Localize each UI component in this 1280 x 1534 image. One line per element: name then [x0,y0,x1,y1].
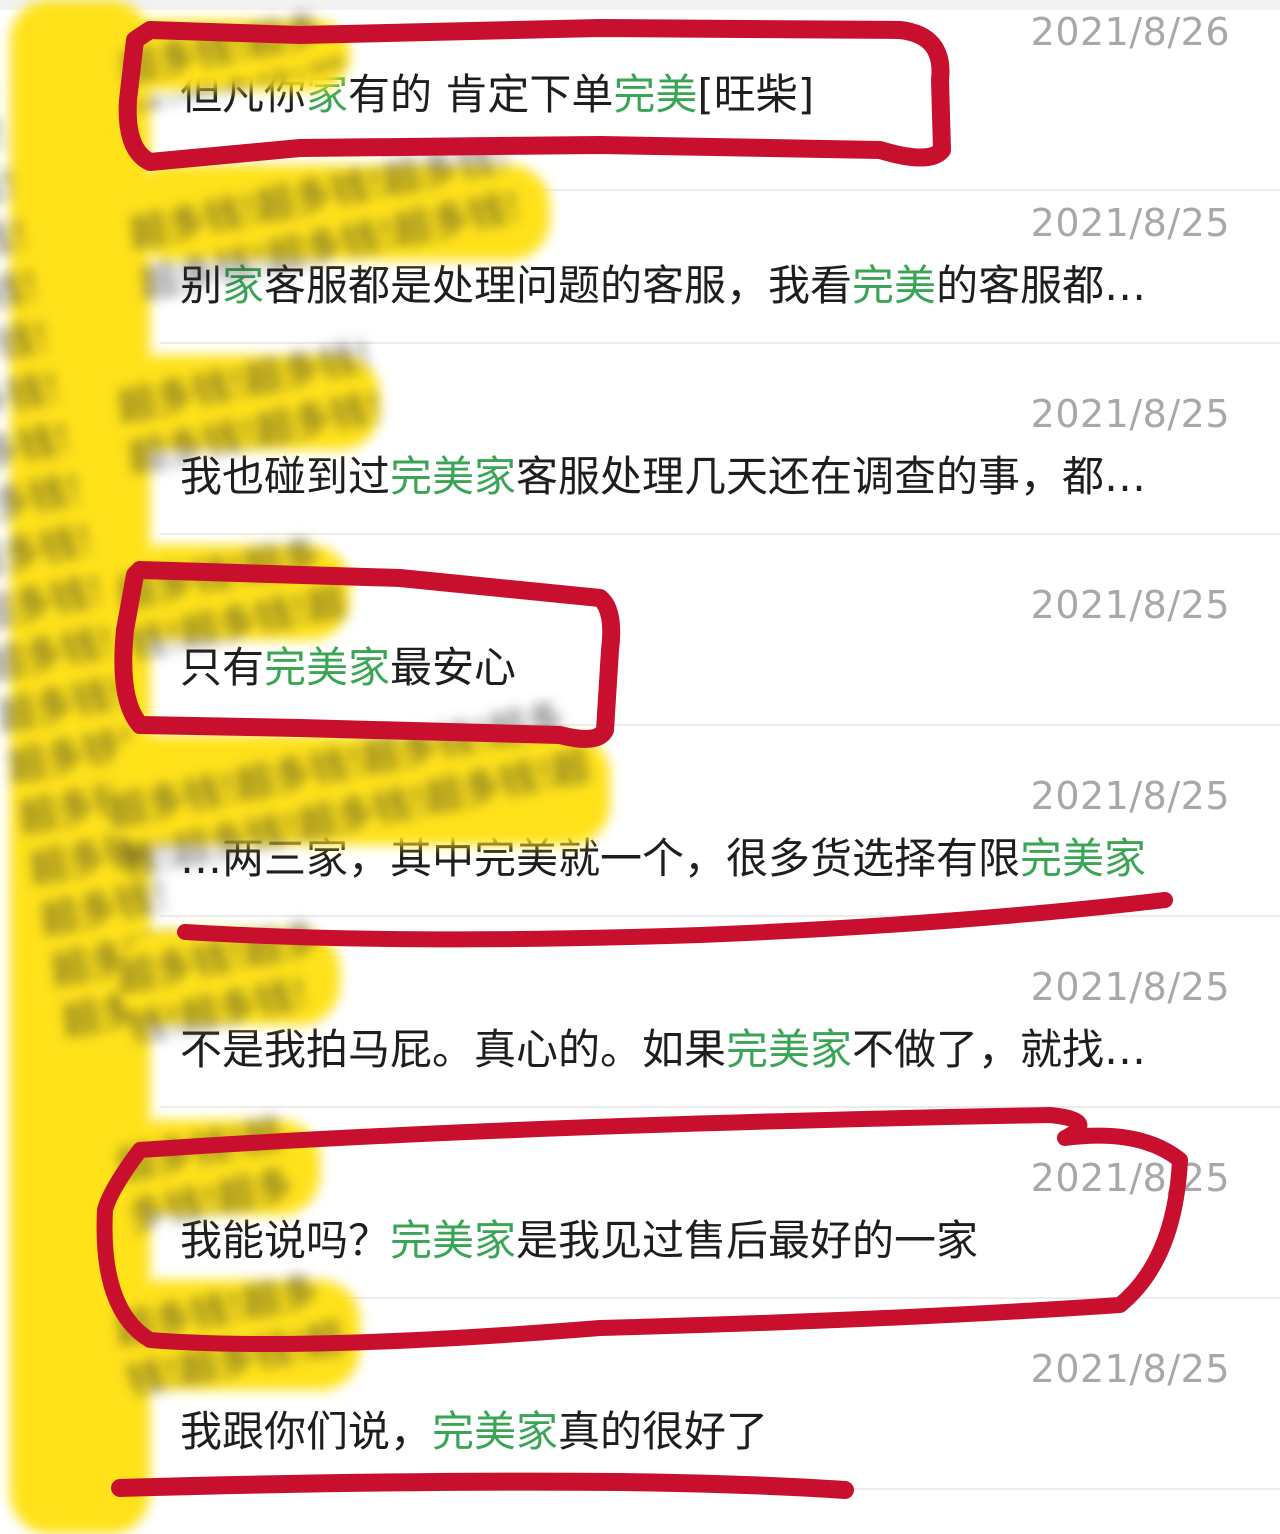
text-segment: 只有 [180,643,265,692]
message-date: 2021/8/25 [1030,201,1230,245]
text-segment: 不是我拍马屁。真心的。如果 [180,1025,727,1074]
highlight-segment: 完美家 [264,643,391,692]
redaction-overlay: 超多钱!超多钱!超多钱!超多钱!超多钱!超多钱!超多钱!超多钱!超多钱!超多钱!… [126,133,550,303]
text-segment: [旺柴] [697,70,815,119]
text-segment: 我也碰到过 [180,452,391,501]
message-text: 只有完美家最安心 [180,643,1230,693]
redaction-overlay: 超多钱!超多钱!超多钱!超多钱!超多钱!超多钱!超多钱!超多钱!超多钱!超多钱!… [112,1267,360,1414]
redaction-overlay: 超多钱!超多钱!超多钱!超多钱!超多钱!超多钱!超多钱!超多钱!超多钱!超多钱!… [113,531,357,663]
message-text: 别家客服都是处理问题的客服，我看完美的客服都… [180,261,1230,311]
message-text: 我跟你们说，完美家真的很好了 [180,1407,1230,1457]
redaction-overlay: 超多钱!超多钱!超多钱!超多钱!超多钱!超多钱!超多钱!超多钱!超多钱!超多钱!… [116,6,355,113]
text-segment: 不做了，就找… [852,1025,1147,1074]
text-segment: 最安心 [390,643,517,692]
redaction-overlay: 超多钱!超多钱!超多钱!超多钱!超多钱!超多钱!超多钱!超多钱!超多钱!超多钱!… [113,1111,322,1235]
message-date: 2021/8/25 [1030,774,1230,818]
message-date: 2021/8/25 [1030,965,1230,1009]
message-date: 2021/8/26 [1030,10,1230,54]
redaction-overlay: 超多钱!超多钱!超多钱!超多钱!超多钱!超多钱!超多钱!超多钱!超多钱!超多钱!… [114,333,387,476]
message-text: 我也碰到过完美家客服处理几天还在调查的事，都… [180,452,1230,502]
highlight-segment: 完美 [852,261,937,310]
message-date: 2021/8/25 [1030,583,1230,627]
text-segment: 有的 肯定下单 [348,70,614,119]
message-date: 2021/8/25 [1030,1347,1230,1391]
highlight-segment: 完美家 [1020,834,1147,883]
highlight-segment: 完美 [613,70,698,119]
redaction-overlay: 超多钱!超多钱!超多钱!超多钱!超多钱!超多钱!超多钱!超多钱!超多钱!超多钱!… [105,696,610,896]
highlight-segment: 完美家 [432,1407,559,1456]
text-segment: 是我见过售后最好的一家 [516,1216,979,1265]
text-segment: 的客服都… [936,261,1147,310]
message-text: 不是我拍马屁。真心的。如果完美家不做了，就找… [180,1025,1230,1075]
divider [160,1488,1280,1490]
redaction-overlay: 超多钱!超多钱!超多钱!超多钱!超多钱!超多钱!超多钱!超多钱!超多钱!超多钱!… [113,915,345,1047]
highlight-segment: 完美家 [390,1216,517,1265]
highlight-segment: 完美家 [726,1025,853,1074]
message-date: 2021/8/25 [1030,392,1230,436]
highlight-segment: 完美家 [390,452,517,501]
message-date: 2021/8/25 [1030,1156,1230,1200]
text-segment: 真的很好了 [558,1407,769,1456]
text-segment: 客服都是处理问题的客服，我看 [264,261,853,310]
text-segment: 客服处理几天还在调查的事，都… [516,452,1147,501]
